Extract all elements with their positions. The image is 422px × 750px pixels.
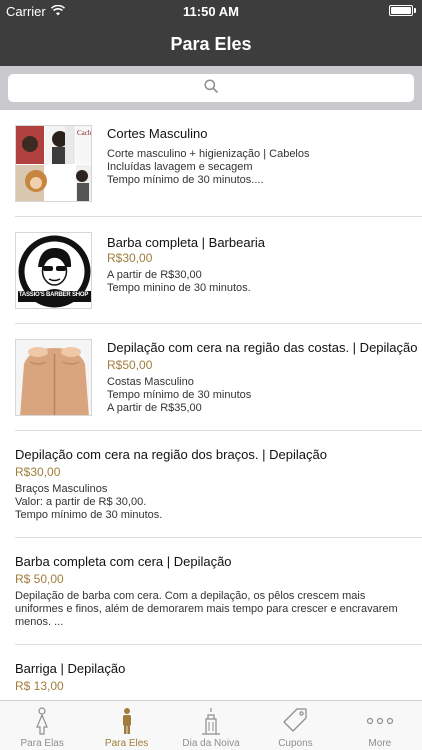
- item-title: Barriga | Depilação: [15, 661, 126, 676]
- item-title: Barba completa com cera | Depilação: [15, 554, 232, 569]
- page-title: Para Eles: [170, 34, 252, 54]
- status-time: 11:50 AM: [183, 4, 239, 19]
- tag-icon: [280, 707, 310, 735]
- item-description: Corte masculino + higienização | Cabelos…: [107, 148, 310, 186]
- battery-icon: [389, 5, 416, 16]
- item-description: Braços Masculinos Valor: a partir de R$ …: [15, 483, 163, 521]
- tab-label: Dia da Noiva: [182, 738, 240, 749]
- item-description: Depilação de barba com cera. Com a depil…: [15, 590, 398, 628]
- item-title: Cortes Masculino: [107, 126, 208, 141]
- item-price: R$50,00: [107, 358, 153, 372]
- list-item[interactable]: Barba completa com cera | Depilação R$ 5…: [0, 538, 422, 645]
- female-figure-icon: [27, 707, 57, 735]
- tab-more[interactable]: More: [338, 701, 422, 750]
- tab-para-elas[interactable]: Para Elas: [0, 701, 84, 750]
- item-title: Barba completa | Barbearia: [107, 235, 266, 250]
- search-bar: [0, 66, 422, 110]
- more-dots-icon: [365, 707, 395, 735]
- tab-cupons[interactable]: Cupons: [253, 701, 337, 750]
- tab-dia-da-noiva[interactable]: Dia da Noiva: [169, 701, 253, 750]
- haircut-collage-thumbnail: Cach: [15, 125, 92, 202]
- tab-label: More: [368, 738, 392, 749]
- item-price: R$ 13,00: [15, 679, 64, 693]
- barber-shop-logo-thumbnail: TASSIO'S BARBER SHOP: [15, 232, 92, 309]
- male-figure-icon: [112, 707, 142, 735]
- status-bar: Carrier 11:50 AM: [0, 0, 422, 22]
- item-title: Depilação com cera na região das costas.…: [107, 340, 418, 355]
- list-item[interactable]: TASSIO'S BARBER SHOP Barba completa | Ba…: [0, 217, 422, 324]
- tab-label: Cupons: [278, 738, 313, 749]
- list-item[interactable]: Depilação com cera na região das costas.…: [0, 324, 422, 431]
- navigation-bar: Carrier 11:50 AM Para Eles: [0, 0, 422, 66]
- list-item[interactable]: Cach Cortes Masculino Corte masculino + …: [0, 110, 422, 217]
- item-description: Costas Masculino Tempo mínimo de 30 minu…: [107, 376, 252, 414]
- item-title: Depilação com cera na região dos braços.…: [15, 447, 327, 462]
- tab-label: Para Eles: [104, 738, 149, 749]
- search-field[interactable]: [8, 74, 414, 102]
- tab-label: Para Elas: [20, 738, 64, 749]
- list-item[interactable]: Depilação com cera na região dos braços.…: [0, 431, 422, 538]
- item-price: R$ 50,00: [15, 572, 64, 586]
- collage-caption: Cach: [77, 129, 92, 137]
- list-item[interactable]: Barriga | Depilação R$ 13,00: [0, 645, 422, 700]
- building-icon: [196, 707, 226, 735]
- back-photo-thumbnail: [15, 339, 92, 416]
- item-price: R$30,00: [15, 465, 61, 479]
- tab-bar: Para Elas Para Eles Dia da Noiva Cupons …: [0, 700, 422, 750]
- item-description: A partir de R$30,00 Tempo minino de 30 m…: [107, 269, 251, 294]
- tab-para-eles[interactable]: Para Eles: [84, 701, 168, 750]
- search-input[interactable]: [8, 74, 414, 102]
- item-price: R$30,00: [107, 251, 153, 265]
- service-list: Cach Cortes Masculino Corte masculino + …: [0, 110, 422, 700]
- barber-shop-logo-text: TASSIO'S BARBER SHOP: [18, 292, 89, 298]
